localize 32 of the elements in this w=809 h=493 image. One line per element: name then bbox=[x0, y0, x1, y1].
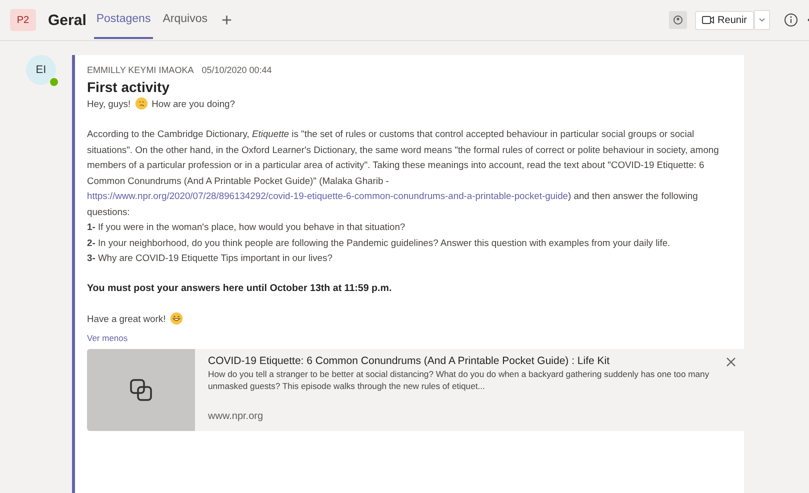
preview-description: How do you tell a stranger to be better at social distancing? What do you do when a backyard gathering suddenly has one too many unmasked guests? This episode walks through the new rules of etiquet... bbox=[208, 368, 710, 392]
greeting-text: How are you doing? bbox=[152, 96, 235, 111]
question-text: 3- Why are COVID-19 Etiquette Tips important in our lives? bbox=[87, 251, 334, 265]
emoji-icon bbox=[170, 312, 183, 326]
deadline-text: You must post your answers here until October 13th at 11:59 p.m. bbox=[87, 282, 393, 296]
info-icon[interactable] bbox=[784, 13, 798, 27]
emoji-icon bbox=[134, 96, 148, 110]
tab[interactable]: Arquivos bbox=[160, 1, 210, 39]
add-tab-button[interactable]: + bbox=[217, 10, 236, 30]
timestamp: 05/10/2020 00:44 bbox=[202, 64, 272, 77]
meeting-icon[interactable] bbox=[668, 11, 687, 29]
greeting-text: Hey, guys! bbox=[87, 96, 131, 111]
question-text: 2- In your neighborhood, do you think people are following the Pandemic guidelines? Answer this question with examples from your daily life. bbox=[87, 236, 672, 250]
closing-text: Have a great work! bbox=[87, 312, 166, 326]
post-subject: First activity bbox=[87, 78, 170, 96]
chevron-down-icon bbox=[759, 18, 765, 22]
article-link[interactable]: https://www.npr.org/2020/07/28/896134292/covid-19-etiquette-6-common-conundrums-and-a-printable-pocket-guide bbox=[87, 190, 568, 201]
meet-button[interactable]: Reunir bbox=[694, 10, 754, 30]
channel-name: Geral bbox=[48, 12, 86, 28]
user-avatar: EI bbox=[26, 55, 56, 85]
post-paragraph: According to the Cambridge Dictionary, Etiquette is "the set of rules or customs that control accepted behaviour in particular social groups or social situations". On the other hand, in the Oxford Learner's Dictionary, the same word means "the formal rules of correct or polite behaviour in society, among members of a particular profession or in a particular area of activity". Taking these meanings into account, read the text about "COVID-19 Etiquette: 6 Common Conundrums (And A Printable Pocket Guide)" (Malaka Gharib - https://www.npr.org/2020/07/28/896134292/covid-19-etiquette-6-common-conundrums-and-a-printable-pocket-guide) and then answer the following questions: bbox=[87, 127, 720, 219]
link-icon bbox=[129, 378, 153, 402]
dropdown-button[interactable] bbox=[754, 10, 770, 30]
close-icon[interactable] bbox=[726, 357, 736, 367]
video-camera-icon bbox=[702, 16, 714, 24]
author-name: EMMILLY KEYMI IMAOKA bbox=[87, 64, 194, 77]
team-avatar: P2 bbox=[10, 9, 36, 31]
see-less-link[interactable]: Ver menos bbox=[87, 330, 128, 346]
tab[interactable]: Postagens bbox=[94, 1, 153, 39]
question-text: 1- If you were in the woman's place, how would you behave in that situation? bbox=[87, 220, 406, 234]
preview-title: COVID-19 Etiquette: 6 Common Conundrums (And A Printable Pocket Guide) : Life Kit bbox=[208, 354, 611, 368]
preview-domain: www.npr.org bbox=[208, 410, 264, 424]
